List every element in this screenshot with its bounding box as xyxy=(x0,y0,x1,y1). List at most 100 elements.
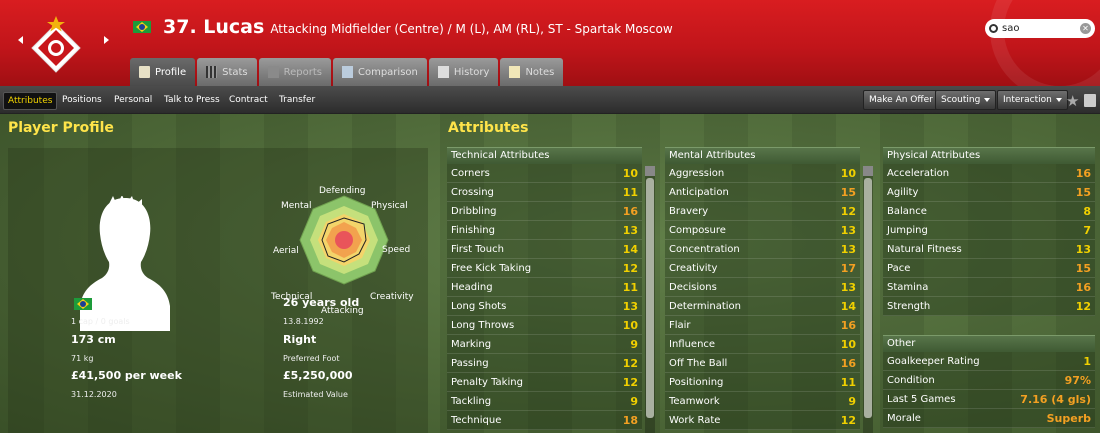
attribute-row[interactable]: Agility 15 xyxy=(883,183,1095,202)
header-watermark xyxy=(990,0,1100,86)
interaction-button[interactable]: Interaction xyxy=(997,90,1068,110)
tab-history[interactable]: History xyxy=(428,58,499,86)
attribute-row[interactable]: Decisions 13 xyxy=(665,278,860,297)
sub-navigation: Attributes Positions Personal Talk to Pr… xyxy=(0,86,1100,114)
attribute-value: 97% xyxy=(1064,373,1091,387)
attribute-name: Penalty Taking xyxy=(451,376,523,388)
tab-notes[interactable]: Notes xyxy=(500,58,564,86)
subnav-talk-to-press[interactable]: Talk to Press xyxy=(160,92,224,108)
estimated-value: £5,250,000 xyxy=(283,369,353,382)
attribute-row[interactable]: Aggression 10 xyxy=(665,164,860,183)
mental-scrollbar[interactable] xyxy=(863,166,873,433)
attribute-row[interactable]: Acceleration 16 xyxy=(883,164,1095,183)
attribute-row[interactable]: Penalty Taking 12 xyxy=(447,373,642,392)
attribute-row[interactable]: Creativity 17 xyxy=(665,259,860,278)
attribute-row[interactable]: Passing 12 xyxy=(447,354,642,373)
attribute-row[interactable]: Strength 12 xyxy=(883,297,1095,316)
attribute-row[interactable]: Marking 9 xyxy=(447,335,642,354)
attribute-row[interactable]: Long Throws 10 xyxy=(447,316,642,335)
attribute-row[interactable]: Crossing 11 xyxy=(447,183,642,202)
attribute-row[interactable]: Morale Superb xyxy=(883,409,1095,428)
subnav-positions[interactable]: Positions xyxy=(58,92,106,108)
attribute-row[interactable]: Finishing 13 xyxy=(447,221,642,240)
nationality[interactable]: Brazil xyxy=(95,296,130,309)
attribute-name: Work Rate xyxy=(669,414,721,426)
attribute-row[interactable]: Jumping 7 xyxy=(883,221,1095,240)
subnav-transfer[interactable]: Transfer xyxy=(275,92,319,108)
attribute-row[interactable]: Corners 10 xyxy=(447,164,642,183)
attribute-row[interactable]: Free Kick Taking 12 xyxy=(447,259,642,278)
scouting-button[interactable]: Scouting xyxy=(935,90,997,110)
attribute-name: Off The Ball xyxy=(669,357,728,369)
attribute-row[interactable]: Off The Ball 16 xyxy=(665,354,860,373)
attribute-name: Strength xyxy=(887,300,931,312)
attribute-name: Stamina xyxy=(887,281,929,293)
next-player-arrow-icon[interactable] xyxy=(104,36,109,44)
attribute-value: 12 xyxy=(622,356,638,370)
attribute-row[interactable]: Positioning 11 xyxy=(665,373,860,392)
attribute-row[interactable]: Anticipation 15 xyxy=(665,183,860,202)
club-logo[interactable] xyxy=(14,14,98,74)
attribute-value: 16 xyxy=(840,318,856,332)
scroll-thumb[interactable] xyxy=(646,178,654,418)
attribute-value: 9 xyxy=(630,337,638,351)
tab-stats[interactable]: Stats xyxy=(197,58,257,86)
attribute-name: Finishing xyxy=(451,224,495,236)
attribute-row[interactable]: Influence 10 xyxy=(665,335,860,354)
radar-label-aerial: Aerial xyxy=(273,246,299,256)
attribute-row[interactable]: Last 5 Games 7.16 (4 gls) xyxy=(883,390,1095,409)
attribute-row[interactable]: Teamwork 9 xyxy=(665,392,860,411)
attribute-value: 15 xyxy=(840,185,856,199)
attribute-row[interactable]: Flair 16 xyxy=(665,316,860,335)
attribute-row[interactable]: Dribbling 16 xyxy=(447,202,642,221)
attribute-row[interactable]: Goalkeeper Rating 1 xyxy=(883,352,1095,371)
attribute-row[interactable]: Natural Fitness 13 xyxy=(883,240,1095,259)
attribute-row[interactable]: First Touch 14 xyxy=(447,240,642,259)
attribute-value: 12 xyxy=(840,413,856,427)
shortlist-star-icon[interactable]: ★ xyxy=(1066,92,1079,110)
attribute-row[interactable]: Composure 13 xyxy=(665,221,860,240)
tab-profile[interactable]: Profile xyxy=(130,58,196,86)
print-icon[interactable] xyxy=(1084,94,1096,107)
scroll-up-icon[interactable] xyxy=(645,166,655,176)
stats-icon xyxy=(206,66,218,78)
technical-attributes-table: Technical Attributes Corners 10 Crossing 11… xyxy=(447,147,642,430)
attribute-value: 15 xyxy=(1075,185,1091,199)
attribute-name: Influence xyxy=(669,338,716,350)
attribute-row[interactable]: Heading 11 xyxy=(447,278,642,297)
attribute-row[interactable]: Work Rate 12 xyxy=(665,411,860,430)
scroll-thumb[interactable] xyxy=(864,178,872,418)
attribute-row[interactable]: Tackling 9 xyxy=(447,392,642,411)
attribute-row[interactable]: Technique 18 xyxy=(447,411,642,430)
attribute-name: Acceleration xyxy=(887,167,950,179)
attribute-name: Long Throws xyxy=(451,319,515,331)
attribute-row[interactable]: Concentration 13 xyxy=(665,240,860,259)
profile-icon xyxy=(139,66,150,78)
technical-scrollbar[interactable] xyxy=(645,166,655,433)
radar-label-creativity: Creativity xyxy=(370,292,414,302)
search-box[interactable]: ✕ xyxy=(985,19,1095,38)
clear-search-icon[interactable]: ✕ xyxy=(1080,23,1091,34)
tab-comparison[interactable]: Comparison xyxy=(332,58,427,86)
other-heading: Other xyxy=(883,335,1095,352)
subnav-contract[interactable]: Contract xyxy=(225,92,272,108)
attribute-row[interactable]: Stamina 16 xyxy=(883,278,1095,297)
player-profile-title: Player Profile xyxy=(8,120,114,136)
attribute-row[interactable]: Determination 14 xyxy=(665,297,860,316)
make-offer-button[interactable]: Make An Offer xyxy=(863,90,939,110)
attribute-value: 11 xyxy=(622,185,638,199)
attribute-row[interactable]: Pace 15 xyxy=(883,259,1095,278)
subnav-attributes[interactable]: Attributes xyxy=(3,92,58,110)
caps-goals: 1 cap / 0 goals xyxy=(71,317,130,326)
attribute-name: Creativity xyxy=(669,262,718,274)
attribute-name: Decisions xyxy=(669,281,717,293)
attribute-row[interactable]: Condition 97% xyxy=(883,371,1095,390)
attribute-row[interactable]: Bravery 12 xyxy=(665,202,860,221)
search-input[interactable] xyxy=(1002,23,1074,34)
subnav-personal[interactable]: Personal xyxy=(110,92,156,108)
attribute-row[interactable]: Balance 8 xyxy=(883,202,1095,221)
scroll-up-icon[interactable] xyxy=(863,166,873,176)
tab-reports[interactable]: Reports xyxy=(258,58,331,86)
attribute-row[interactable]: Long Shots 13 xyxy=(447,297,642,316)
physical-attributes-table: Physical Attributes Acceleration 16 Agilit… xyxy=(883,147,1095,428)
